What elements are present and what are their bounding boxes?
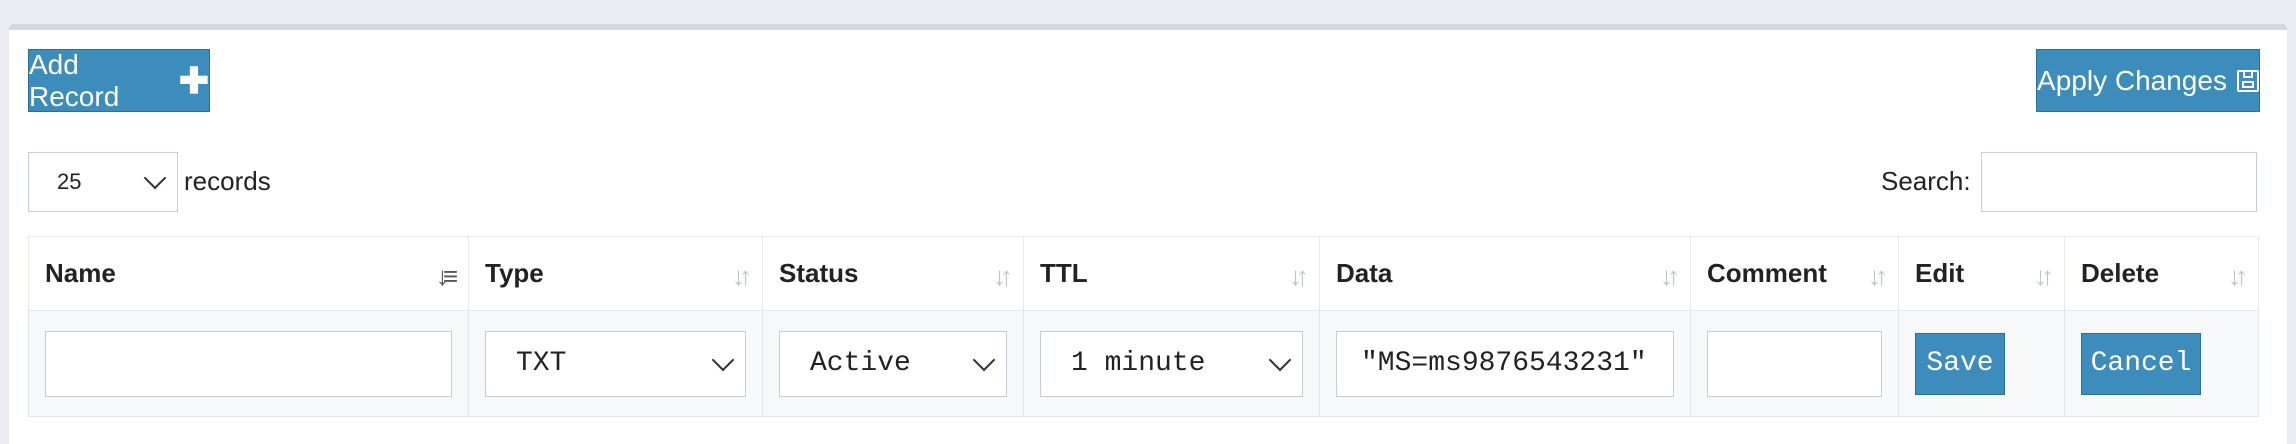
records-label: records	[184, 166, 271, 196]
save-disk-icon	[2236, 69, 2259, 92]
records-per-page-select[interactable]: 25	[28, 152, 178, 212]
apply-changes-button[interactable]: Apply Changes	[2036, 49, 2260, 112]
cell-name	[28, 310, 469, 417]
column-header-label: Name	[45, 258, 116, 288]
chevron-down-icon	[711, 348, 735, 371]
cell-type: TXT	[468, 310, 763, 417]
column-header-data[interactable]: Data ↓↑	[1319, 236, 1691, 311]
cell-ttl: 1 minute	[1023, 310, 1320, 417]
table-header-row: Name ↓≡ Type ↓↑ Status ↓↑ TTL ↓↑ Data ↓↑ Comm…	[28, 236, 2259, 311]
records-table: Name ↓≡ Type ↓↑ Status ↓↑ TTL ↓↑ Data ↓↑ Comm…	[28, 236, 2259, 417]
sort-icon: ↓↑	[2034, 261, 2054, 291]
record-name-input[interactable]	[45, 330, 452, 397]
record-type-value: TXT	[516, 348, 567, 379]
records-per-page-value: 25	[57, 169, 82, 194]
cell-data: "MS=ms9876543231"	[1319, 310, 1691, 417]
column-header-status[interactable]: Status ↓↑	[762, 236, 1024, 311]
chevron-down-icon	[972, 348, 996, 371]
column-header-type[interactable]: Type ↓↑	[468, 236, 763, 311]
column-header-label: Type	[485, 258, 544, 288]
record-ttl-value: 1 minute	[1071, 348, 1206, 379]
sort-icon: ↓↑	[732, 261, 752, 291]
column-header-label: Status	[779, 258, 859, 288]
sort-icon: ↓↑	[1660, 261, 1680, 291]
chevron-down-icon	[1268, 348, 1292, 371]
table-row-edit: TXT Active 1 minute "MS=ms9876543231" Sa…	[28, 310, 2259, 417]
column-header-label: Comment	[1707, 258, 1827, 288]
column-header-label: Data	[1336, 258, 1393, 288]
sort-ascending-icon: ↓≡	[435, 261, 458, 291]
add-record-button[interactable]: Add Record ✚	[28, 49, 210, 112]
column-header-label: Edit	[1915, 258, 1965, 288]
apply-changes-label: Apply Changes	[2037, 64, 2227, 96]
column-header-delete[interactable]: Delete ↓↑	[2064, 236, 2259, 311]
add-record-label: Add Record	[29, 48, 120, 112]
plus-icon: ✚	[178, 59, 209, 101]
chevron-down-icon	[143, 166, 167, 190]
cell-edit: Save	[1898, 310, 2065, 417]
record-ttl-select[interactable]: 1 minute	[1040, 330, 1303, 397]
record-comment-input[interactable]	[1707, 330, 1882, 397]
column-header-label: Delete	[2081, 258, 2160, 288]
cell-delete: Cancel	[2064, 310, 2259, 417]
cell-status: Active	[762, 310, 1024, 417]
column-header-comment[interactable]: Comment ↓↑	[1690, 236, 1899, 311]
cancel-button[interactable]: Cancel	[2081, 332, 2201, 395]
search-label: Search:	[1881, 166, 1971, 196]
column-header-label: TTL	[1040, 258, 1088, 288]
sort-icon: ↓↑	[1289, 261, 1309, 291]
column-header-name[interactable]: Name ↓≡	[28, 236, 469, 311]
record-status-value: Active	[810, 348, 911, 379]
search-input[interactable]	[1981, 152, 2257, 212]
record-status-select[interactable]: Active	[779, 330, 1007, 397]
record-type-select[interactable]: TXT	[485, 330, 746, 397]
column-header-ttl[interactable]: TTL ↓↑	[1023, 236, 1320, 311]
sort-icon: ↓↑	[993, 261, 1013, 291]
save-button[interactable]: Save	[1915, 332, 2005, 395]
column-header-edit[interactable]: Edit ↓↑	[1898, 236, 2065, 311]
sort-icon: ↓↑	[2228, 261, 2248, 291]
record-data-input[interactable]: "MS=ms9876543231"	[1336, 330, 1674, 397]
sort-icon: ↓↑	[1868, 261, 1888, 291]
cell-comment	[1690, 310, 1899, 417]
